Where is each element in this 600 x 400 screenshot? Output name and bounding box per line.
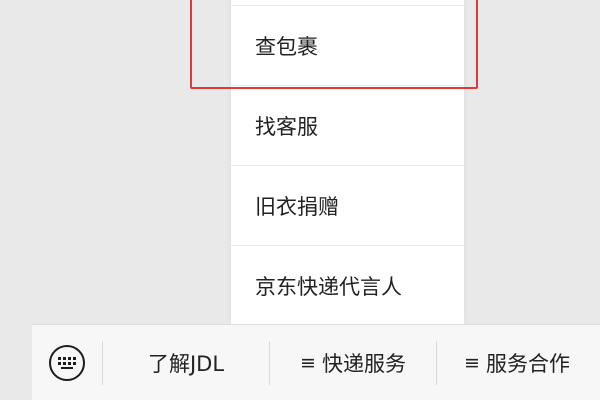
service-cooperation-button[interactable]: ≡ 服务合作 (437, 325, 597, 400)
learn-jdl-label: 了解JDL (147, 352, 225, 376)
menu-item-label: 找客服 (255, 114, 318, 139)
express-service-button[interactable]: ≡ 快递服务 (270, 325, 436, 400)
chat-page: 查包裹 找客服 旧衣捐赠 京东快递代言人 了解JDL ≡ 快递服务 ≡ 服务合作 (0, 0, 600, 400)
service-cooperation-label: 服务合作 (485, 352, 570, 376)
express-service-label: 快递服务 (321, 352, 406, 376)
menu-item-spokesperson[interactable]: 京东快递代言人 (231, 246, 464, 326)
menu-lines-icon: ≡ (464, 352, 480, 374)
menu-item-customer-service[interactable]: 找客服 (231, 86, 464, 166)
keyboard-icon (49, 345, 85, 381)
menu-item-track-package[interactable]: 查包裹 (231, 6, 464, 86)
bottom-menu-bar: 了解JDL ≡ 快递服务 ≡ 服务合作 (32, 324, 600, 400)
menu-item-label: 京东快递代言人 (255, 275, 402, 299)
popup-menu: 查包裹 找客服 旧衣捐赠 京东快递代言人 (231, 0, 464, 324)
keyboard-toggle-button[interactable] (32, 325, 102, 400)
menu-lines-icon: ≡ (300, 352, 316, 374)
menu-item-label: 旧衣捐赠 (255, 194, 339, 219)
learn-jdl-button[interactable]: 了解JDL (103, 325, 269, 400)
menu-item-clothes-donation[interactable]: 旧衣捐赠 (231, 166, 464, 246)
menu-item-label: 查包裹 (255, 34, 318, 59)
